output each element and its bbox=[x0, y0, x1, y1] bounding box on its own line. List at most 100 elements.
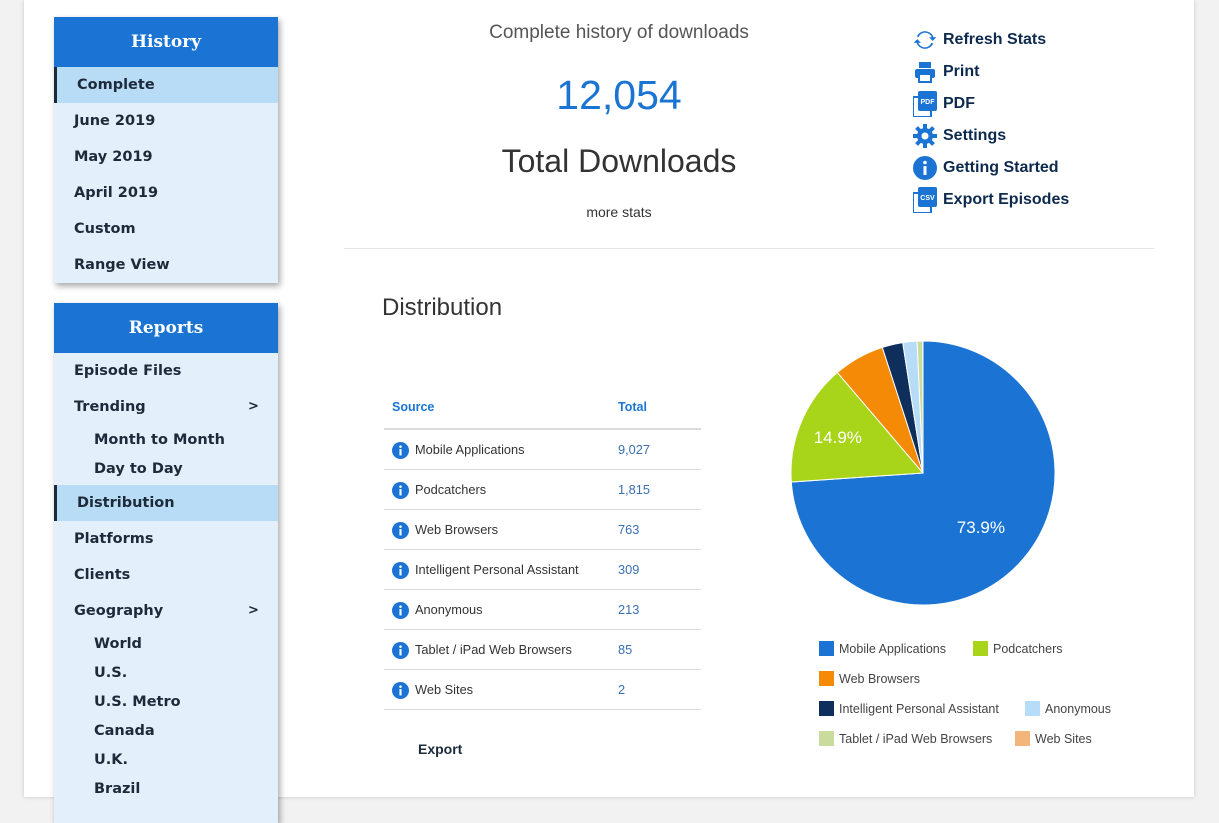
table-row: Podcatchers1,815 bbox=[384, 470, 701, 510]
info-icon[interactable] bbox=[392, 482, 409, 504]
export-episodes-button[interactable]: CSV Export Episodes bbox=[912, 184, 1069, 216]
legend-item[interactable]: Podcatchers bbox=[973, 641, 1062, 656]
legend-label: Podcatchers bbox=[993, 642, 1062, 656]
legend-label: Mobile Applications bbox=[839, 642, 946, 656]
more-stats-link[interactable]: more stats bbox=[430, 204, 808, 220]
csv-icon-text: CSV bbox=[920, 195, 935, 202]
row-total: 763 bbox=[618, 522, 639, 537]
reports-title: Reports bbox=[54, 303, 278, 353]
refresh-icon bbox=[912, 27, 938, 53]
row-source: Anonymous bbox=[415, 602, 483, 617]
legend-swatch bbox=[1015, 731, 1030, 746]
reports-item-clients[interactable]: Clients bbox=[54, 557, 278, 593]
reports-item-world[interactable]: World bbox=[54, 629, 278, 658]
row-source: Web Sites bbox=[415, 682, 473, 697]
reports-item-us-metro[interactable]: U.S. Metro bbox=[54, 687, 278, 716]
distribution-table: Source Total Mobile Applications 9,027 Pod… bbox=[384, 388, 701, 710]
legend-swatch bbox=[819, 701, 834, 716]
settings-label: Settings bbox=[943, 127, 1006, 145]
reports-item-platforms[interactable]: Platforms bbox=[54, 521, 278, 557]
reports-item-brazil[interactable]: Brazil bbox=[54, 774, 278, 803]
export-button[interactable]: Export bbox=[418, 741, 462, 757]
geography-label: Geography bbox=[74, 603, 163, 619]
history-item-june-2019[interactable]: June 2019 bbox=[54, 103, 278, 139]
legend-swatch bbox=[973, 641, 988, 656]
table-body: Mobile Applications 9,027 Podcatchers1,815… bbox=[384, 430, 701, 710]
table-row: Anonymous 213 bbox=[384, 590, 701, 630]
legend-label: Web Browsers bbox=[839, 672, 920, 686]
column-header-total[interactable]: Total bbox=[618, 400, 647, 414]
legend-swatch bbox=[819, 641, 834, 656]
table-row: Web Sites 2 bbox=[384, 670, 701, 710]
legend-item[interactable]: Web Browsers bbox=[819, 671, 920, 686]
row-source: Tablet / iPad Web Browsers bbox=[415, 642, 572, 657]
info-icon[interactable] bbox=[392, 442, 409, 464]
row-source: Intelligent Personal Assistant bbox=[415, 562, 579, 577]
legend-item[interactable]: Web Sites bbox=[1015, 731, 1092, 746]
printer-icon bbox=[912, 59, 938, 85]
row-total: 9,027 bbox=[618, 442, 650, 457]
chevron-right-icon[interactable]: > bbox=[248, 399, 259, 414]
legend-swatch bbox=[1025, 701, 1040, 716]
legend-label: Web Sites bbox=[1035, 732, 1092, 746]
table-row: Mobile Applications 9,027 bbox=[384, 430, 701, 470]
reports-item-geography[interactable]: Geography > bbox=[54, 593, 278, 629]
actions-list: Refresh Stats Print PDF PDF Settings Get… bbox=[912, 24, 1069, 216]
legend-item[interactable]: Tablet / iPad Web Browsers bbox=[819, 731, 992, 746]
reports-item-canada[interactable]: Canada bbox=[54, 716, 278, 745]
pdf-button[interactable]: PDF PDF bbox=[912, 88, 1069, 120]
reports-item-trending[interactable]: Trending > bbox=[54, 389, 278, 425]
getting-started-button[interactable]: Getting Started bbox=[912, 152, 1069, 184]
summary-title: Complete history of downloads bbox=[430, 22, 808, 44]
refresh-stats-label: Refresh Stats bbox=[943, 31, 1046, 49]
reports-item-uk[interactable]: U.K. bbox=[54, 745, 278, 774]
table-header: Source Total bbox=[384, 388, 701, 430]
getting-started-label: Getting Started bbox=[943, 159, 1059, 177]
total-downloads-label: Total Downloads bbox=[430, 143, 808, 180]
table-row: Tablet / iPad Web Browsers 85 bbox=[384, 630, 701, 670]
row-total: 85 bbox=[618, 642, 632, 657]
history-item-custom[interactable]: Custom bbox=[54, 211, 278, 247]
info-icon[interactable] bbox=[392, 642, 409, 664]
legend-item[interactable]: Intelligent Personal Assistant bbox=[819, 701, 999, 716]
row-source: Web Browsers bbox=[415, 522, 498, 537]
pdf-icon: PDF bbox=[912, 91, 938, 117]
info-icon[interactable] bbox=[392, 562, 409, 584]
row-total: 213 bbox=[618, 602, 639, 617]
row-source: Mobile Applications bbox=[415, 442, 525, 457]
reports-item-distribution[interactable]: Distribution bbox=[54, 485, 278, 521]
reports-item-day-to-day[interactable]: Day to Day bbox=[54, 454, 278, 483]
section-divider bbox=[344, 248, 1154, 249]
reports-item-episode-files[interactable]: Episode Files bbox=[54, 353, 278, 389]
table-row: Intelligent Personal Assistant 309 bbox=[384, 550, 701, 590]
settings-button[interactable]: Settings bbox=[912, 120, 1069, 152]
pie-slice-label: 73.9% bbox=[957, 518, 1005, 537]
info-icon[interactable] bbox=[392, 682, 409, 704]
table-row: Web Browsers 763 bbox=[384, 510, 701, 550]
refresh-stats-button[interactable]: Refresh Stats bbox=[912, 24, 1069, 56]
print-button[interactable]: Print bbox=[912, 56, 1069, 88]
history-panel: History Complete June 2019 May 2019 Apri… bbox=[54, 17, 278, 283]
chevron-right-icon[interactable]: > bbox=[248, 603, 259, 618]
row-total: 2 bbox=[618, 682, 625, 697]
reports-item-us[interactable]: U.S. bbox=[54, 658, 278, 687]
info-icon[interactable] bbox=[392, 602, 409, 624]
reports-panel: Reports Episode Files Trending > Month t… bbox=[54, 303, 278, 823]
csv-icon: CSV bbox=[912, 187, 938, 213]
legend-item[interactable]: Anonymous bbox=[1025, 701, 1111, 716]
distribution-title: Distribution bbox=[382, 294, 502, 322]
info-icon[interactable] bbox=[392, 522, 409, 544]
legend-item[interactable]: Mobile Applications bbox=[819, 641, 946, 656]
trending-label: Trending bbox=[74, 399, 146, 415]
history-title: History bbox=[54, 17, 278, 67]
pdf-icon-text: PDF bbox=[921, 99, 936, 106]
history-item-may-2019[interactable]: May 2019 bbox=[54, 139, 278, 175]
pdf-label: PDF bbox=[943, 95, 975, 113]
history-item-complete[interactable]: Complete bbox=[54, 67, 278, 103]
legend-label: Anonymous bbox=[1045, 702, 1111, 716]
history-item-april-2019[interactable]: April 2019 bbox=[54, 175, 278, 211]
reports-item-month-to-month[interactable]: Month to Month bbox=[54, 425, 278, 454]
column-header-source[interactable]: Source bbox=[392, 400, 434, 414]
history-item-range-view[interactable]: Range View bbox=[54, 247, 278, 283]
row-total: 309 bbox=[618, 562, 639, 577]
